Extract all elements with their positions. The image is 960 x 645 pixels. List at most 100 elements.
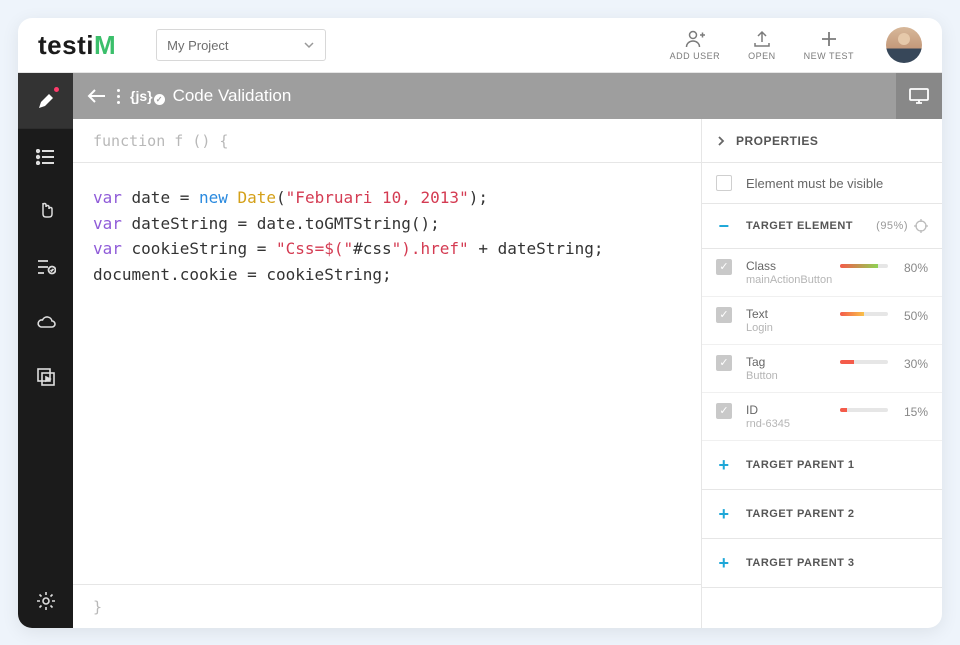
avatar[interactable]	[886, 27, 922, 63]
body: {js}✓ Code Validation function f () { va…	[18, 73, 942, 628]
target-parent-label: TARGET PARENT 2	[746, 508, 855, 520]
expand-icon: +	[716, 555, 732, 571]
crosshair-icon[interactable]	[914, 219, 928, 233]
sidebar-list[interactable]	[18, 129, 73, 184]
gear-icon	[36, 591, 56, 611]
logo-accent: M	[94, 30, 116, 60]
score-pct: 15%	[896, 405, 928, 419]
sidebar-pointer[interactable]	[18, 184, 73, 239]
token: new	[199, 188, 238, 207]
add-user-button[interactable]: ADD USER	[670, 29, 721, 61]
project-select-value: My Project	[167, 38, 228, 53]
js-badge-text: {js}	[130, 88, 153, 104]
target-items-list: ClassmainActionButton 80% TextLogin 50% TagB…	[702, 249, 942, 441]
project-select[interactable]: My Project	[156, 29, 326, 61]
token: );	[469, 188, 488, 207]
js-badge: {js}✓	[130, 88, 165, 104]
target-item-sub: mainActionButton	[746, 274, 834, 286]
notification-dot	[54, 87, 59, 92]
checkbox-empty[interactable]	[716, 175, 732, 191]
sidebar-cloud[interactable]	[18, 294, 73, 349]
target-item-label: Class	[746, 259, 834, 273]
logo-text: testi	[38, 30, 94, 60]
back-button[interactable]	[87, 89, 107, 103]
sidebar	[18, 73, 73, 628]
token: cookieString =	[122, 239, 276, 258]
new-test-button[interactable]: NEW TEST	[804, 29, 854, 61]
checklist-icon	[36, 259, 56, 275]
preview-button[interactable]	[896, 73, 942, 119]
target-item-label: Tag	[746, 355, 834, 369]
arrow-left-icon	[87, 89, 107, 103]
code-body[interactable]: var date = new Date("Februari 10, 2013")…	[73, 163, 701, 584]
target-item-info: IDrnd-6345	[746, 403, 834, 430]
target-element-pct: (95%)	[876, 220, 908, 232]
target-item-sub: rnd-6345	[746, 418, 834, 430]
target-parent-section[interactable]: +TARGET PARENT 2	[702, 490, 942, 539]
target-item-info: TagButton	[746, 355, 834, 382]
upload-icon	[751, 29, 773, 49]
score-bar	[840, 360, 888, 364]
target-item-label: Text	[746, 307, 834, 321]
target-item-label: ID	[746, 403, 834, 417]
checkbox-checked[interactable]	[716, 403, 732, 419]
properties-header[interactable]: PROPERTIES	[702, 119, 942, 163]
token: dateString = date.toGMTString();	[122, 214, 440, 233]
target-item-info: TextLogin	[746, 307, 834, 334]
checkbox-checked[interactable]	[716, 355, 732, 371]
token: var	[93, 239, 122, 258]
page-title: Code Validation	[173, 86, 292, 106]
function-footer: }	[73, 584, 701, 628]
token: "Css=$("	[276, 239, 353, 258]
target-item[interactable]: TagButton 30%	[702, 345, 942, 393]
target-parent-section[interactable]: + TARGET PARENT 3	[702, 539, 942, 588]
score-pct: 80%	[896, 261, 928, 275]
target-element-title: TARGET ELEMENT	[746, 220, 853, 232]
sidebar-settings[interactable]	[18, 573, 73, 628]
collapse-icon: −	[716, 218, 732, 234]
target-element-section[interactable]: − TARGET ELEMENT (95%)	[702, 204, 942, 249]
sidebar-edit[interactable]	[18, 73, 73, 128]
token: date =	[122, 188, 199, 207]
token: "Februari 10, 2013"	[286, 188, 469, 207]
drag-handle-icon[interactable]	[117, 89, 120, 104]
check-icon: ✓	[154, 94, 165, 105]
token: ").href"	[392, 239, 469, 258]
checkbox-checked[interactable]	[716, 307, 732, 323]
score-bar	[840, 408, 888, 412]
sidebar-copy[interactable]	[18, 349, 73, 404]
token: document.cookie = cookieString;	[93, 265, 392, 284]
title-strip: {js}✓ Code Validation	[73, 73, 942, 119]
target-parent-label: TARGET PARENT 3	[746, 557, 855, 569]
score-bar	[840, 264, 888, 268]
chevron-right-icon	[716, 136, 726, 146]
logo: testiM	[38, 30, 116, 61]
code-panel: function f () { var date = new Date("Feb…	[73, 119, 702, 628]
list-icon	[36, 149, 56, 165]
target-item-sub: Login	[746, 322, 834, 334]
target-item-sub: Button	[746, 370, 834, 382]
score-bar	[840, 312, 888, 316]
plus-icon	[818, 29, 840, 49]
token: var	[93, 214, 122, 233]
new-test-label: NEW TEST	[804, 51, 854, 61]
open-button[interactable]: OPEN	[748, 29, 776, 61]
topbar: testiM My Project ADD USER OPEN	[18, 18, 942, 73]
add-user-label: ADD USER	[670, 51, 721, 61]
visible-checkbox-label: Element must be visible	[746, 176, 883, 191]
target-item[interactable]: ClassmainActionButton 80%	[702, 249, 942, 297]
visible-checkbox-row[interactable]: Element must be visible	[702, 163, 942, 204]
token: #css	[353, 239, 392, 258]
target-item[interactable]: IDrnd-6345 15%	[702, 393, 942, 441]
expand-icon: +	[716, 457, 732, 473]
pointer-icon	[37, 201, 55, 223]
target-item[interactable]: TextLogin 50%	[702, 297, 942, 345]
token: var	[93, 188, 122, 207]
score-pct: 30%	[896, 357, 928, 371]
checkbox-checked[interactable]	[716, 259, 732, 275]
score-pct: 50%	[896, 309, 928, 323]
token: (	[276, 188, 286, 207]
target-parent-section[interactable]: +TARGET PARENT 1	[702, 441, 942, 490]
cloud-icon	[35, 314, 57, 330]
sidebar-checklist[interactable]	[18, 239, 73, 294]
